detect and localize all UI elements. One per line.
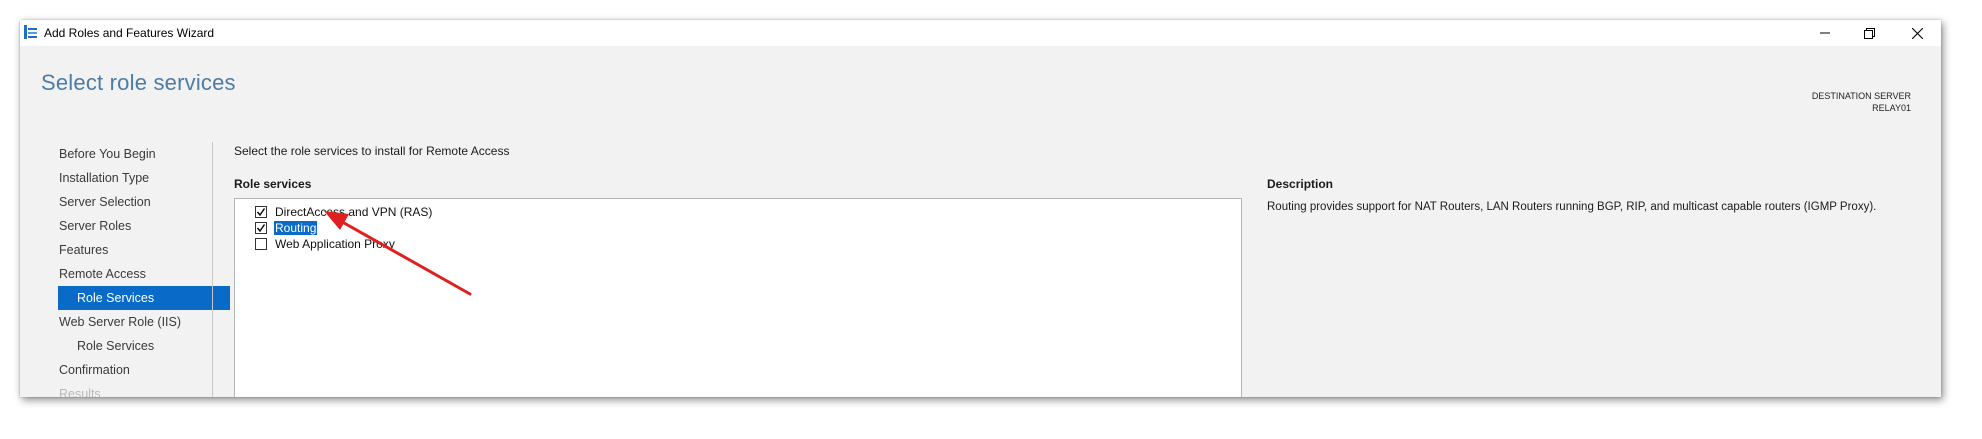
nav-item-installation-type[interactable]: Installation Type (58, 166, 230, 190)
role-service-label: Routing (274, 221, 318, 235)
restore-button[interactable] (1846, 20, 1892, 46)
nav-item-confirmation[interactable]: Confirmation (58, 358, 230, 382)
nav-item-features[interactable]: Features (58, 238, 230, 262)
destination-server-info: DESTINATION SERVER RELAY01 (1812, 90, 1911, 114)
restore-icon (1863, 27, 1875, 39)
nav-item-iis-role-services[interactable]: Role Services (58, 334, 230, 358)
minimize-icon (1820, 32, 1830, 34)
role-services-heading: Role services (234, 177, 312, 191)
role-service-web-application-proxy[interactable]: Web Application Proxy (255, 236, 396, 252)
instruction-text: Select the role services to install for … (234, 144, 510, 158)
role-services-list: DirectAccess and VPN (RAS) Routing Web A… (234, 198, 1242, 397)
page-title: Select role services (41, 70, 236, 95)
wizard-nav: Before You Begin Installation Type Serve… (58, 142, 230, 397)
nav-item-server-selection[interactable]: Server Selection (58, 190, 230, 214)
web-application-proxy-checkbox[interactable] (255, 238, 267, 250)
role-service-label: Web Application Proxy (275, 237, 395, 251)
role-service-directaccess-vpn[interactable]: DirectAccess and VPN (RAS) (255, 204, 433, 220)
title-bar: Add Roles and Features Wizard (20, 20, 1941, 46)
close-icon (1911, 27, 1923, 39)
wizard-content: Select role services DESTINATION SERVER … (20, 46, 1941, 397)
nav-item-results: Results (59, 387, 101, 397)
nav-item-remote-access-role-services[interactable]: Role Services (58, 286, 230, 310)
minimize-button[interactable] (1802, 20, 1848, 46)
nav-item-remote-access[interactable]: Remote Access (58, 262, 230, 286)
nav-item-before-you-begin[interactable]: Before You Begin (58, 142, 230, 166)
destination-server-name: RELAY01 (1872, 103, 1911, 113)
nav-divider (212, 142, 213, 397)
role-service-routing[interactable]: Routing (255, 220, 318, 236)
wizard-window: Add Roles and Features Wizard Select rol… (20, 20, 1941, 397)
nav-item-server-roles[interactable]: Server Roles (58, 214, 230, 238)
window-title: Add Roles and Features Wizard (44, 26, 215, 40)
routing-checkbox[interactable] (255, 222, 267, 234)
directaccess-vpn-checkbox[interactable] (255, 206, 267, 218)
checkmark-icon (256, 224, 266, 233)
role-service-label: DirectAccess and VPN (RAS) (275, 205, 433, 219)
close-button[interactable] (1894, 20, 1940, 46)
description-text: Routing provides support for NAT Routers… (1267, 201, 1877, 213)
checkmark-icon (256, 208, 266, 217)
description-heading: Description (1267, 177, 1334, 191)
destination-server-label: DESTINATION SERVER (1811, 91, 1911, 101)
nav-item-web-server-role[interactable]: Web Server Role (IIS) (58, 310, 230, 334)
server-manager-icon (24, 25, 37, 39)
